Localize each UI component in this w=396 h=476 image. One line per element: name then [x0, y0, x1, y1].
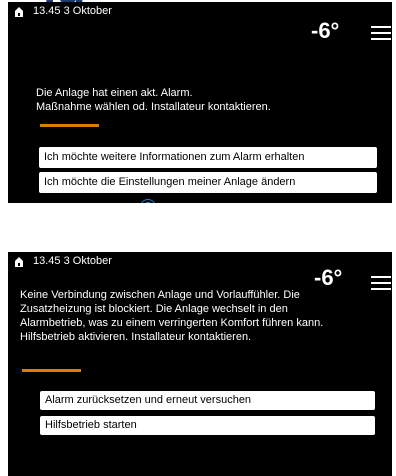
outdoor-temperature: -6° [311, 18, 340, 43]
option-start-aid-mode-button[interactable]: Hilfsbetrieb starten [40, 416, 375, 435]
alarm-device-icon [15, 257, 23, 267]
alarm-screen-1: 13.45 3 Oktober -6° Die Anlage hat einen… [8, 2, 392, 203]
alarm-screen-2: 13.45 3 Oktober -6° Keine Verbindung zwi… [8, 252, 392, 476]
accent-divider [40, 124, 99, 127]
page-dot-active[interactable] [143, 202, 153, 203]
alarm-message-line: Maßnahme wählen od. Installateur kontakt… [36, 101, 271, 113]
option-change-settings-button[interactable]: Ich möchte die Einstellungen meiner Anla… [39, 172, 377, 193]
accent-divider [22, 369, 81, 372]
alarm-message-line: Die Anlage hat einen akt. Alarm. [36, 87, 193, 99]
alarm-message-line: Zusatzheizung ist blockiert. Die Anlage … [20, 303, 288, 315]
alarm-message-line: Keine Verbindung zwischen Anlage und Vor… [20, 289, 300, 301]
status-datetime: 13.45 3 Oktober [33, 5, 112, 17]
alarm-message: Keine Verbindung zwischen Anlage und Vor… [20, 288, 323, 344]
option-more-info-button[interactable]: Ich möchte weitere Informationen zum Ala… [39, 147, 377, 168]
status-datetime: 13.45 3 Oktober [33, 255, 112, 267]
alarm-message-line: Hilfsbetrieb aktivieren. Installateur ko… [20, 331, 252, 343]
alarm-device-icon [15, 7, 23, 17]
option-reset-alarm-button[interactable]: Alarm zurücksetzen und erneut versuchen [40, 391, 375, 410]
hamburger-menu-icon[interactable] [371, 26, 391, 42]
alarm-message-line: Alarmbetrieb, was zu einem verringerten … [20, 317, 324, 329]
hamburger-menu-icon[interactable] [371, 276, 391, 292]
alarm-message: Die Anlage hat einen akt. Alarm. Maßnahm… [36, 86, 271, 114]
